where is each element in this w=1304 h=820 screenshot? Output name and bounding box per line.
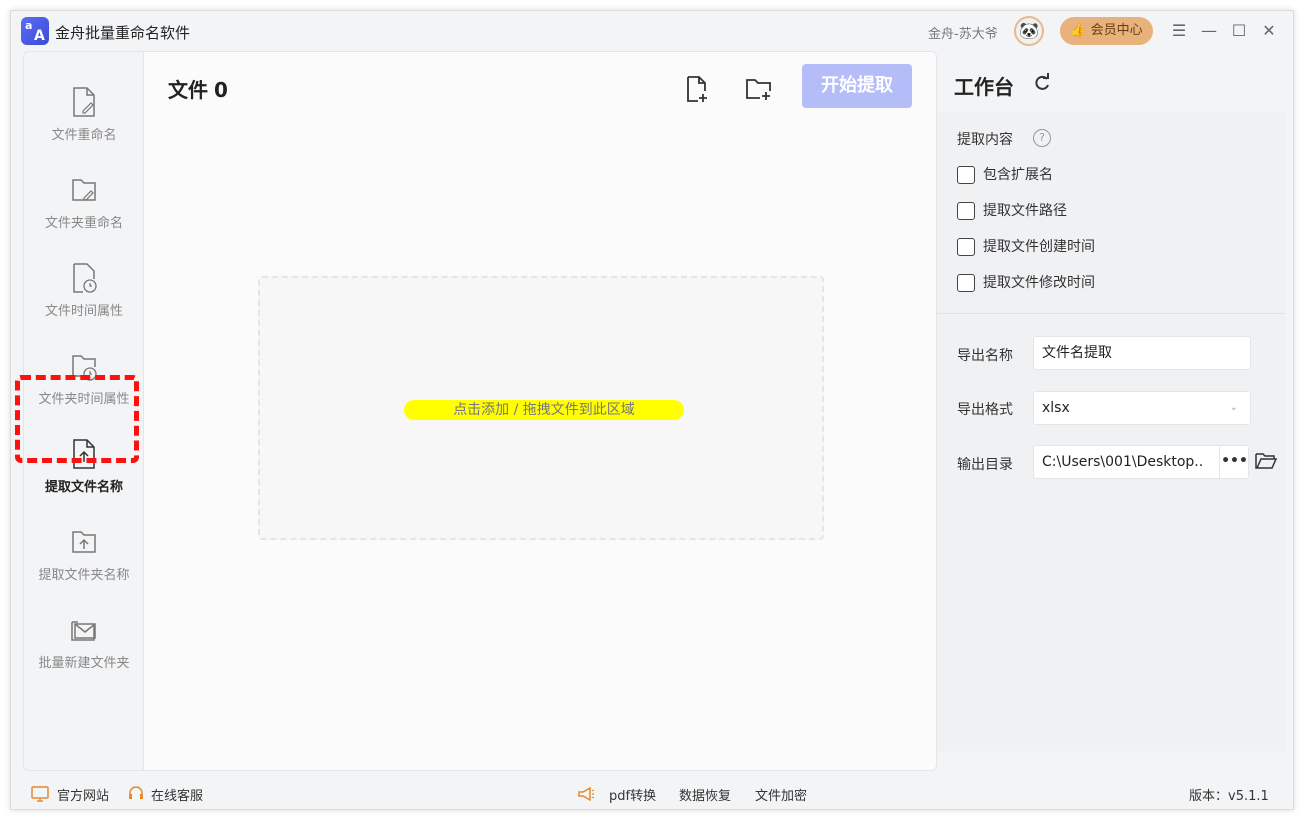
- app-logo-icon: a A: [21, 17, 49, 45]
- user-name[interactable]: 金舟-苏大爷: [928, 23, 998, 42]
- divider: [937, 313, 1285, 314]
- file-clock-icon: [73, 263, 97, 293]
- vip-center-button[interactable]: 👍 会员中心: [1060, 17, 1153, 45]
- drop-hint: 点击添加 / 拖拽文件到此区域: [404, 400, 684, 420]
- chevron-down-icon: ⌄: [1229, 402, 1238, 413]
- sidebar-item-folder-rename[interactable]: 文件夹重命名: [24, 168, 144, 256]
- close-icon[interactable]: ✕: [1257, 19, 1281, 43]
- online-support-link[interactable]: 在线客服: [151, 785, 203, 804]
- export-name-label: 导出名称: [957, 348, 1013, 364]
- headset-icon: [129, 786, 143, 799]
- pdf-convert-link[interactable]: pdf转换: [609, 785, 656, 804]
- folder-mail-icon: [71, 621, 96, 641]
- workbench-title: 工作台: [954, 75, 1014, 99]
- folder-edit-icon: [72, 179, 96, 201]
- export-name-input[interactable]: 文件名提取: [1033, 336, 1251, 370]
- sidebar-item-file-rename[interactable]: 文件重命名: [24, 80, 144, 168]
- data-recovery-link[interactable]: 数据恢复: [679, 785, 731, 804]
- checkbox[interactable]: [957, 166, 975, 184]
- output-dir-label: 输出目录: [957, 457, 1013, 473]
- extract-content-title: 提取内容: [957, 132, 1013, 148]
- vip-center-label: 会员中心: [1090, 23, 1143, 38]
- avatar[interactable]: 🐼: [1014, 16, 1044, 46]
- add-folder-icon[interactable]: [744, 74, 774, 104]
- app-title: 金舟批量重命名软件: [55, 24, 191, 42]
- folder-upload-icon: [72, 531, 96, 553]
- footer: 官方网站 在线客服 pdf转换 数据恢复 文件加密 版本：v5.1.1: [11, 777, 1295, 811]
- file-encrypt-link[interactable]: 文件加密: [755, 785, 807, 804]
- maximize-icon[interactable]: ☐: [1227, 19, 1251, 43]
- file-list-panel: 文件 0 开始提取 点击添加 / 拖拽文件到此区域: [143, 51, 937, 771]
- official-website-link[interactable]: 官方网站: [57, 785, 109, 804]
- workbench-panel: 提取内容 ? 包含扩展名 提取文件路径 提取文件创建时间 提取文件修改时间 导出…: [937, 111, 1285, 751]
- checkbox[interactable]: [957, 202, 975, 220]
- sidebar-item-label: 文件时间属性: [44, 304, 123, 319]
- sidebar-item-file-time[interactable]: 文件时间属性: [24, 256, 144, 344]
- monitor-icon: [31, 786, 49, 802]
- minimize-icon[interactable]: —: [1197, 19, 1221, 43]
- browse-more-button[interactable]: •••: [1219, 446, 1249, 478]
- thumbs-up-icon: 👍: [1070, 23, 1087, 38]
- sidebar-item-label: 提取文件夹名称: [38, 568, 130, 583]
- version-label: 版本：v5.1.1: [1189, 789, 1269, 804]
- export-format-label: 导出格式: [957, 402, 1013, 418]
- title-bar: a A 金舟批量重命名软件 金舟-苏大爷 🐼 👍 会员中心 ☰ — ☐ ✕: [11, 11, 1293, 51]
- file-count-title: 文件 0: [168, 78, 228, 102]
- output-dir-input[interactable]: C:\Users\001\Desktop.. •••: [1033, 445, 1249, 479]
- sidebar-item-label: 文件重命名: [51, 128, 117, 143]
- start-extract-button[interactable]: 开始提取: [802, 64, 912, 108]
- folder-open-icon[interactable]: [1255, 451, 1277, 471]
- sidebar-item-label: 文件夹重命名: [44, 216, 123, 231]
- highlight-annotation: [15, 375, 139, 463]
- file-edit-icon: [73, 87, 95, 117]
- refresh-icon[interactable]: [1032, 73, 1052, 93]
- menu-icon[interactable]: ☰: [1167, 19, 1191, 43]
- app-window: a A 金舟批量重命名软件 金舟-苏大爷 🐼 👍 会员中心 ☰ — ☐ ✕ 文件…: [10, 10, 1294, 810]
- checkbox[interactable]: [957, 238, 975, 256]
- sidebar-item-label: 批量新建文件夹: [38, 656, 130, 671]
- sidebar-item-label: 提取文件名称: [44, 480, 123, 495]
- sidebar-item-batch-new-folder[interactable]: 批量新建文件夹: [24, 608, 144, 696]
- checkbox[interactable]: [957, 274, 975, 292]
- sidebar-item-extract-folder-name[interactable]: 提取文件夹名称: [24, 520, 144, 608]
- megaphone-icon: [578, 786, 595, 802]
- export-format-select[interactable]: xlsx ⌄: [1033, 391, 1251, 425]
- help-icon[interactable]: ?: [1033, 129, 1051, 147]
- add-file-icon[interactable]: [682, 74, 712, 104]
- file-drop-zone[interactable]: 点击添加 / 拖拽文件到此区域: [258, 276, 824, 540]
